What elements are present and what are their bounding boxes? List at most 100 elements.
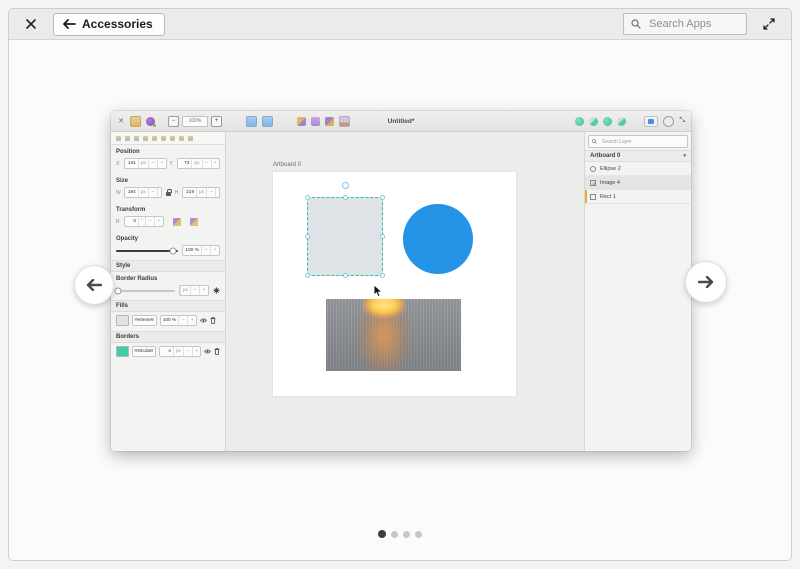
border-color-swatch[interactable] [116, 346, 129, 357]
align-bottom-icon[interactable] [161, 136, 166, 141]
border-radius-field[interactable]: px − + [179, 285, 209, 296]
resize-handle-n[interactable] [343, 195, 348, 200]
align-right-icon[interactable] [134, 136, 139, 141]
search-apps-input[interactable] [647, 17, 739, 31]
resize-handle-ne[interactable] [380, 195, 385, 200]
settings-icon[interactable] [663, 116, 674, 127]
align-center-h-icon[interactable] [125, 136, 130, 141]
crop-tool-icon[interactable] [617, 117, 626, 126]
fullscreen-expand-icon[interactable] [761, 16, 777, 32]
align-left-icon[interactable] [116, 136, 121, 141]
fill-tool-icon[interactable] [603, 117, 612, 126]
style-section-header: Style [111, 260, 225, 272]
text-tool-icon[interactable] [311, 117, 320, 126]
design-canvas[interactable]: Artboard 0 [226, 132, 584, 451]
artboard-label[interactable]: Artboard 0 [273, 162, 301, 168]
fill-opacity-field[interactable]: 100 % − + [160, 315, 198, 326]
image-shape[interactable] [326, 299, 461, 371]
layer-row-rect[interactable]: Rect 1 [585, 190, 691, 204]
fill-delete-trash-icon[interactable] [210, 317, 216, 324]
border-radius-label: Border Radius [116, 276, 220, 282]
aspect-lock-icon[interactable] [166, 189, 171, 196]
flip-vertical-icon[interactable] [190, 218, 198, 226]
rect-layer-icon [590, 194, 596, 200]
export-button[interactable] [644, 116, 658, 127]
selected-rect-shape[interactable] [307, 197, 383, 276]
zoom-level-field[interactable]: 100% [182, 116, 208, 127]
distribute-v-icon[interactable] [179, 136, 184, 141]
zoom-in-button[interactable]: + [211, 116, 222, 127]
position-y-field[interactable]: 73 px − + [177, 158, 220, 169]
shape-tool-icon[interactable] [246, 116, 257, 127]
chevron-down-icon[interactable]: ▾ [683, 153, 686, 159]
artboard[interactable] [273, 172, 516, 396]
zoom-out-button[interactable]: − [168, 116, 179, 127]
previous-app-button[interactable] [74, 265, 114, 305]
next-app-button[interactable] [685, 261, 727, 303]
fills-section-header: Fills [111, 300, 225, 312]
border-width-field[interactable]: 4 px − + [159, 346, 201, 357]
grid-tool-icon[interactable] [325, 117, 334, 126]
resize-handle-s[interactable] [343, 273, 348, 278]
layer-search-input[interactable] [600, 138, 684, 146]
position-x-field[interactable]: 101 px − + [124, 158, 167, 169]
layers-panel: Artboard 0 ▾ Ellipse 2 Image 4 Rect 1 [584, 132, 691, 451]
border-hex-field[interactable]: #40cda8 [132, 346, 156, 357]
border-radius-options-gear-icon[interactable] [213, 287, 220, 294]
inspector-panel: Position X 101 px − + Y 73 [111, 132, 226, 451]
layer-name: Image 4 [600, 180, 620, 186]
h-label: H [175, 190, 179, 196]
artboard-header-row[interactable]: Artboard 0 ▾ [585, 150, 691, 162]
search-apps-box[interactable] [623, 13, 747, 35]
carousel-dot-2[interactable] [391, 531, 398, 538]
ellipse-shape[interactable] [403, 204, 473, 274]
opacity-field[interactable]: 100 % − + [182, 245, 220, 256]
artboard-tool-icon[interactable] [297, 117, 306, 126]
eraser-tool-icon[interactable] [589, 117, 598, 126]
layer-row-image[interactable]: Image 4 [585, 176, 691, 190]
window-expand-icon[interactable]: ⤡ [679, 117, 685, 125]
align-top-icon[interactable] [143, 136, 148, 141]
layer-search-icon [592, 139, 597, 144]
ellipse-tool-icon[interactable] [262, 116, 273, 127]
layer-name: Ellipse 2 [600, 166, 621, 172]
fill-color-swatch[interactable] [116, 315, 129, 326]
ellipse-layer-icon [590, 166, 596, 172]
image-layer-icon [590, 180, 596, 186]
flip-horizontal-icon[interactable] [173, 218, 181, 226]
layer-search-box[interactable] [588, 135, 688, 148]
opacity-section-label: Opacity [116, 236, 220, 242]
carousel-dot-1[interactable] [378, 530, 386, 538]
border-radius-slider[interactable] [116, 290, 175, 292]
resize-handle-nw[interactable] [305, 195, 310, 200]
resize-handle-e[interactable] [380, 234, 385, 239]
size-h-field[interactable]: 219 px − + [182, 187, 220, 198]
image-tool-icon[interactable] [339, 116, 350, 127]
rotation-field[interactable]: 0 ° − + [124, 216, 164, 227]
align-center-v-icon[interactable] [152, 136, 157, 141]
rotation-handle[interactable] [342, 182, 349, 189]
fill-hex-field[interactable]: #e0e4e9 [132, 315, 157, 326]
window-close-icon[interactable]: ✕ [117, 117, 125, 126]
pencil-tool-icon[interactable] [575, 117, 584, 126]
close-icon[interactable] [23, 16, 39, 32]
distribute-h-icon[interactable] [170, 136, 175, 141]
border-delete-trash-icon[interactable] [214, 348, 220, 355]
resize-handle-se[interactable] [380, 273, 385, 278]
layer-row-ellipse[interactable]: Ellipse 2 [585, 162, 691, 176]
resize-handle-w[interactable] [305, 234, 310, 239]
opacity-slider[interactable] [116, 250, 178, 252]
carousel-dot-4[interactable] [415, 531, 422, 538]
open-file-icon[interactable] [130, 116, 141, 127]
carousel-content: ✕ − 100% + Untitled* [9, 40, 791, 560]
mouse-cursor [373, 284, 384, 303]
resize-handle-sw[interactable] [305, 273, 310, 278]
app-preview-dialog: Accessories ✕ − 1 [8, 8, 792, 561]
carousel-dot-3[interactable] [403, 531, 410, 538]
back-button[interactable]: Accessories [53, 13, 165, 36]
border-visibility-eye-icon[interactable] [204, 349, 211, 354]
size-w-field[interactable]: 194 px − + [124, 187, 162, 198]
fill-visibility-eye-icon[interactable] [200, 318, 207, 323]
align-artboard-icon[interactable] [188, 136, 193, 141]
borders-section-header: Borders [111, 331, 225, 343]
